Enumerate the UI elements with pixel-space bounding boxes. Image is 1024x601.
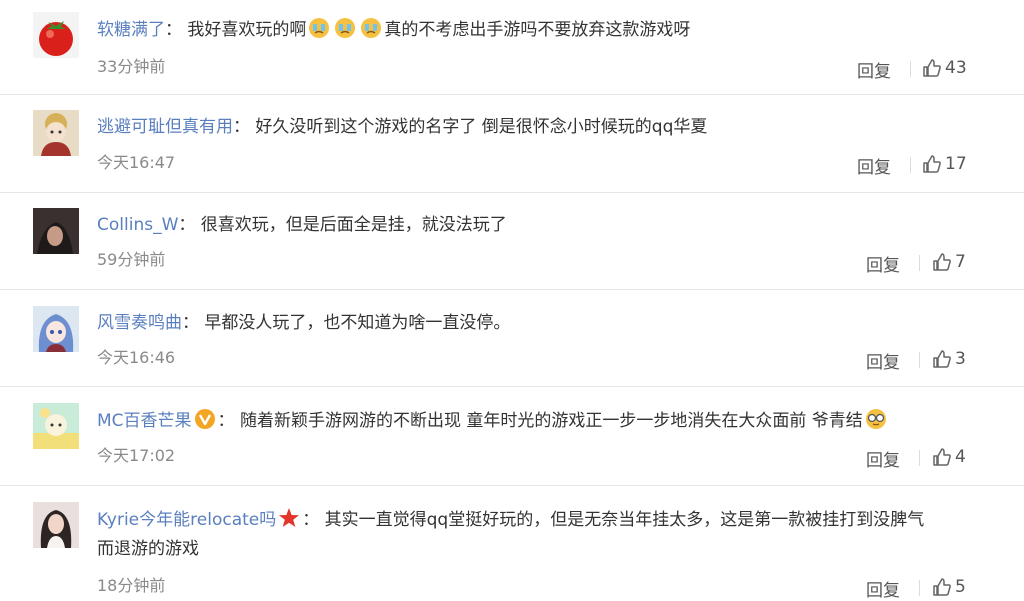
reply-button[interactable]: 回复 xyxy=(866,348,900,373)
like-count: 17 xyxy=(945,154,967,174)
colon: ： xyxy=(165,20,182,40)
thumbs-up-icon xyxy=(933,448,951,466)
comment-time: 今天16:47 xyxy=(97,153,176,172)
comment-line: Collins_W： 很喜欢玩，但是后面全是挂，就没法玩了 xyxy=(97,213,507,237)
like-button[interactable]: 3 xyxy=(932,349,966,369)
avatar[interactable] xyxy=(33,502,79,548)
comment-line: 风雪奏鸣曲： 早都没人玩了，也不知道为啥一直没停。 xyxy=(97,311,510,335)
thumbs-up-icon xyxy=(923,155,941,173)
divider xyxy=(919,450,920,466)
username-link[interactable]: 逃避可耻但真有用 xyxy=(97,117,233,137)
comment-time: 33分钟前 xyxy=(97,57,166,76)
crying-face-icon xyxy=(361,18,382,38)
colon: ： xyxy=(178,215,196,235)
comment-line: 而退游的游戏 xyxy=(97,537,199,561)
like-count: 7 xyxy=(955,252,966,272)
comment-item: 风雪奏鸣曲： 早都没人玩了，也不知道为啥一直没停。 今天16:46 回复 3 xyxy=(0,290,1024,387)
reply-button[interactable]: 回复 xyxy=(866,251,900,276)
like-count: 4 xyxy=(955,447,966,467)
like-button[interactable]: 7 xyxy=(932,252,966,272)
comment-text: 真的不考虑出手游吗不要放弃这款游戏呀 xyxy=(384,20,691,40)
like-button[interactable]: 5 xyxy=(932,577,966,597)
comment-text: 好久没听到这个游戏的名字了 倒是很怀念小时候玩的qq华夏 xyxy=(255,117,708,137)
divider xyxy=(910,61,911,77)
username-link[interactable]: 风雪奏鸣曲 xyxy=(97,313,182,333)
reply-button[interactable]: 回复 xyxy=(857,57,891,82)
comment-line: 逃避可耻但真有用： 好久没听到这个游戏的名字了 倒是很怀念小时候玩的qq华夏 xyxy=(97,115,707,139)
colon: ： xyxy=(182,313,199,333)
avatar[interactable] xyxy=(33,12,79,58)
comment-item: Kyrie今年能relocate吗 ： 其实一直觉得qq堂挺好玩的，但是无奈当年挂… xyxy=(0,486,1024,601)
divider xyxy=(919,352,920,368)
anime-girl-avatar-icon xyxy=(33,306,79,352)
avatar[interactable] xyxy=(33,208,79,254)
glasses-face-icon xyxy=(865,409,886,429)
divider xyxy=(919,580,920,596)
like-button[interactable]: 43 xyxy=(922,58,967,78)
photo-avatar-icon xyxy=(33,502,79,548)
comment-line: Kyrie今年能relocate吗 ： 其实一直觉得qq堂挺好玩的，但是无奈当年挂… xyxy=(97,507,924,532)
reply-button[interactable]: 回复 xyxy=(866,576,900,601)
avatar[interactable] xyxy=(33,110,79,156)
comment-text: 随着新颖手游网游的不断出现 童年时光的游戏正一步一步地消失在大众面前 爷青结 xyxy=(239,411,863,431)
username-link[interactable]: Collins_W xyxy=(97,215,178,235)
avatar[interactable] xyxy=(33,306,79,352)
username-link[interactable]: 软糖满了 xyxy=(97,20,165,40)
like-count: 5 xyxy=(955,577,966,597)
thumbs-up-icon xyxy=(923,59,941,77)
comment-item: 软糖满了： 我好喜欢玩的啊 真的不考虑出手游吗不要放弃这款游戏呀 33分钟前 回复… xyxy=(0,0,1024,95)
comment-text: 早都没人玩了，也不知道为啥一直没停。 xyxy=(204,313,511,333)
comment-time: 59分钟前 xyxy=(97,250,166,269)
comment-line: MC百香芒果 ： 随着新颖手游网游的不断出现 童年时光的游戏正一步一步地消失在大众… xyxy=(97,408,889,433)
username-link[interactable]: MC百香芒果 xyxy=(97,411,192,431)
cartoon-avatar-icon xyxy=(33,403,79,449)
like-button[interactable]: 17 xyxy=(922,154,967,174)
comment-time: 今天16:46 xyxy=(97,348,176,367)
reply-button[interactable]: 回复 xyxy=(866,446,900,471)
comment-text: 而退游的游戏 xyxy=(97,539,199,559)
reply-button[interactable]: 回复 xyxy=(857,153,891,178)
red-star-icon xyxy=(279,508,300,527)
colon: ： xyxy=(302,510,320,530)
portrait-avatar-icon xyxy=(33,208,79,254)
anime-girl-avatar-icon xyxy=(33,110,79,156)
comment-text: 很喜欢玩，但是后面全是挂，就没法玩了 xyxy=(200,215,507,235)
username-link[interactable]: Kyrie今年能relocate吗 xyxy=(97,510,276,530)
comment-line: 软糖满了： 我好喜欢玩的啊 真的不考虑出手游吗不要放弃这款游戏呀 xyxy=(97,17,690,42)
thumbs-up-icon xyxy=(933,350,951,368)
tomato-avatar-icon xyxy=(33,12,79,58)
like-count: 43 xyxy=(945,58,967,78)
thumbs-up-icon xyxy=(933,578,951,596)
comment-text: 其实一直觉得qq堂挺好玩的，但是无奈当年挂太多，这是第一款被挂打到没脾气 xyxy=(324,510,925,530)
comment-item: MC百香芒果 ： 随着新颖手游网游的不断出现 童年时光的游戏正一步一步地消失在大众… xyxy=(0,387,1024,486)
like-button[interactable]: 4 xyxy=(932,447,966,467)
comment-time: 18分钟前 xyxy=(97,576,166,595)
colon: ： xyxy=(233,117,250,137)
comment-text: 我好喜欢玩的啊 xyxy=(187,20,307,40)
crying-face-icon xyxy=(309,18,330,38)
verified-v-icon xyxy=(194,409,215,429)
avatar[interactable] xyxy=(33,403,79,449)
divider xyxy=(919,255,920,271)
crying-face-icon xyxy=(335,18,356,38)
colon: ： xyxy=(217,411,235,431)
comment-time: 今天17:02 xyxy=(97,446,176,465)
divider xyxy=(910,157,911,173)
comment-item: Collins_W： 很喜欢玩，但是后面全是挂，就没法玩了 59分钟前 回复 7 xyxy=(0,193,1024,290)
comment-item: 逃避可耻但真有用： 好久没听到这个游戏的名字了 倒是很怀念小时候玩的qq华夏 今… xyxy=(0,95,1024,193)
thumbs-up-icon xyxy=(933,253,951,271)
like-count: 3 xyxy=(955,349,966,369)
